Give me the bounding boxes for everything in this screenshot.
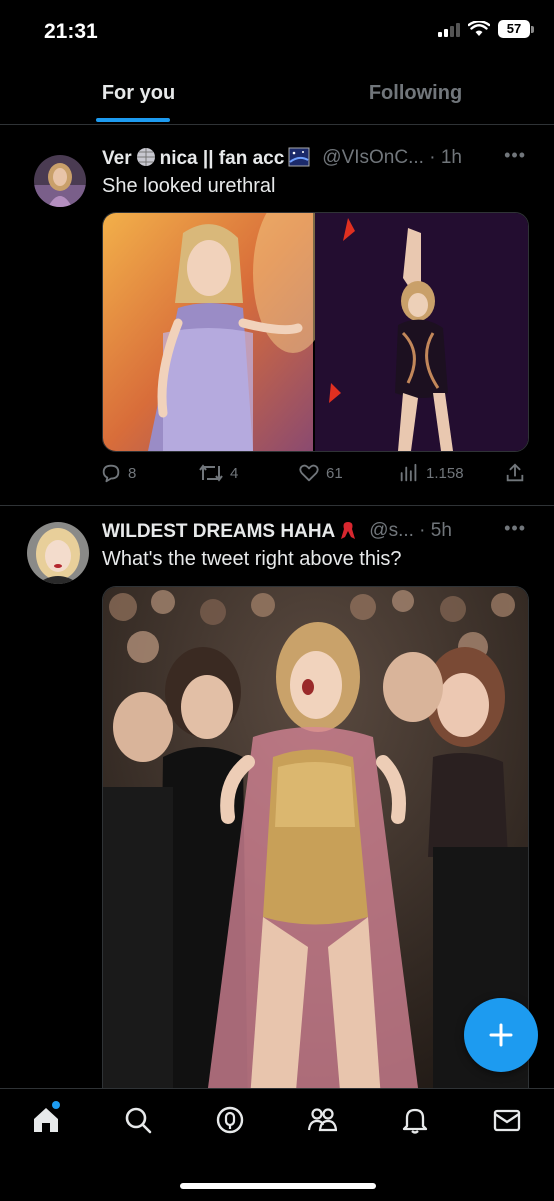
share-icon [506, 463, 524, 482]
tweet-text: What's the tweet right above this? [102, 548, 402, 570]
nav-search[interactable] [123, 1105, 153, 1135]
reply-icon [102, 464, 120, 483]
tab-following[interactable]: Following [277, 70, 554, 124]
tweet-media[interactable] [102, 212, 529, 452]
retweet-count: 4 [230, 464, 239, 482]
retweet-icon [199, 464, 223, 482]
communities-icon [307, 1108, 338, 1132]
handle[interactable]: @VIsOnC... [322, 147, 424, 169]
concert-photo-dark-stage [315, 213, 528, 451]
active-tab-indicator [96, 118, 170, 122]
retweet-button[interactable]: 4 [198, 462, 238, 484]
plus-icon [489, 1023, 513, 1047]
tweet[interactable]: Ver nica || fan acc @VIsOnC... · 1h ••• S… [0, 125, 554, 505]
tweet-actions: 8 4 61 1.158 [100, 462, 530, 490]
tweet-header: WILDEST DREAMS HAHA @s... · 5h [102, 518, 526, 544]
starry-night-emoji [288, 147, 310, 170]
avatar[interactable] [27, 522, 89, 584]
tab-for-you[interactable]: For you [0, 70, 277, 124]
tweet-media[interactable] [102, 586, 529, 1088]
reply-button[interactable]: 8 [100, 462, 136, 484]
tweet[interactable]: WILDEST DREAMS HAHA @s... · 5h ••• What'… [0, 506, 554, 1088]
disco-ball-emoji [136, 147, 156, 170]
display-name[interactable]: WILDEST DREAMS HAHA [102, 519, 361, 543]
handle[interactable]: @s... [369, 520, 414, 542]
like-button[interactable]: 61 [298, 462, 343, 484]
tweet-text: She looked urethral [102, 175, 276, 197]
concert-photo-sequin-dress [103, 213, 333, 451]
signal-icon [438, 21, 460, 37]
heart-icon [299, 464, 319, 482]
nav-home[interactable] [31, 1105, 61, 1135]
nav-notifications[interactable] [400, 1105, 430, 1135]
status-bar: 21:31 57 [0, 0, 554, 70]
status-time: 21:31 [44, 20, 98, 43]
view-count: 1.158 [426, 464, 464, 482]
ribbon-emoji [339, 519, 357, 543]
avatar[interactable] [34, 155, 86, 207]
nav-spaces[interactable] [215, 1105, 245, 1135]
time-separator: · [423, 147, 441, 168]
tweet-time[interactable]: 1h [441, 147, 462, 169]
display-name[interactable]: Ver nica || fan acc [102, 147, 314, 170]
search-icon [125, 1107, 152, 1134]
timeline-tabs: For you Following [0, 70, 554, 125]
views-icon [400, 463, 417, 482]
share-button[interactable] [504, 462, 526, 484]
notification-dot [52, 1101, 60, 1109]
messages-icon [493, 1109, 521, 1132]
reply-count: 8 [128, 464, 137, 482]
home-icon [34, 1108, 58, 1132]
compose-tweet-button[interactable] [464, 998, 538, 1072]
battery-icon: 57 [498, 20, 534, 38]
time-separator: · [413, 520, 431, 541]
nav-messages[interactable] [492, 1105, 522, 1135]
status-icons: 57 [438, 20, 534, 38]
nav-communities[interactable] [307, 1105, 338, 1135]
more-options-icon[interactable]: ••• [504, 518, 526, 539]
tweet-header: Ver nica || fan acc @VIsOnC... · 1h [102, 145, 526, 171]
home-indicator [180, 1183, 376, 1189]
battery-level: 57 [498, 20, 530, 38]
timeline-feed[interactable]: Ver nica || fan acc @VIsOnC... · 1h ••• S… [0, 125, 554, 1088]
more-options-icon[interactable]: ••• [504, 145, 526, 166]
tweet-time[interactable]: 5h [431, 520, 452, 542]
crowd-photo-gold-dress [103, 587, 528, 1088]
wifi-icon [468, 21, 490, 36]
views-button[interactable]: 1.158 [398, 462, 464, 484]
like-count: 61 [326, 464, 343, 482]
spaces-icon [216, 1106, 244, 1134]
notifications-icon [402, 1108, 428, 1134]
